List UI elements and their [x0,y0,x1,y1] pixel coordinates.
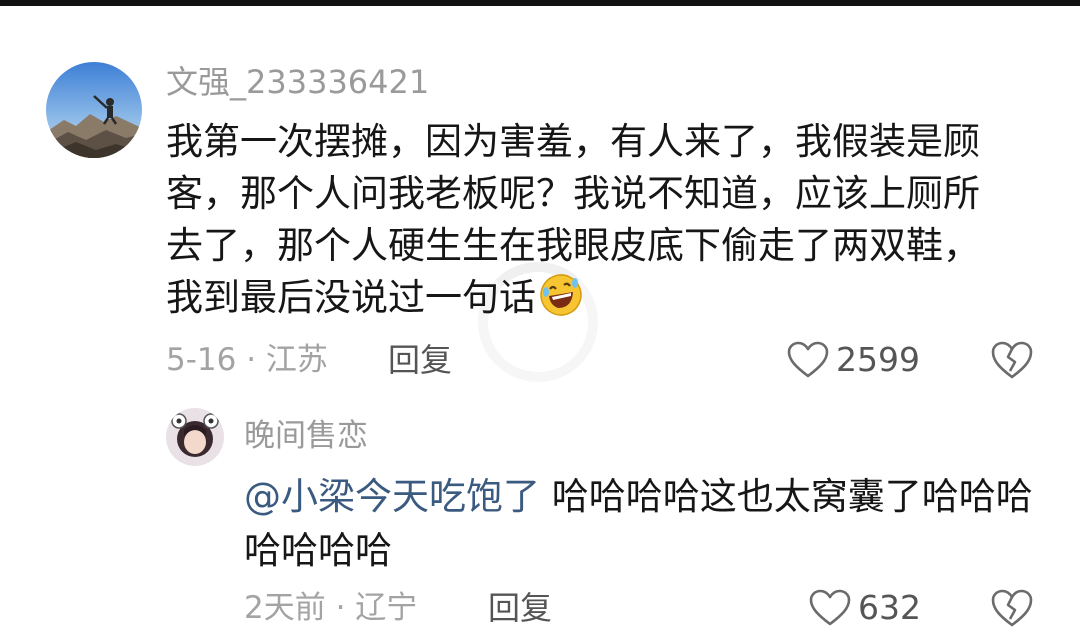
reply-username[interactable]: 晚间售恋 [244,416,368,456]
reply-reply-button[interactable]: 回复 [488,586,552,630]
reply-button[interactable]: 回复 [388,338,452,382]
laughing-emoji-icon [538,272,584,318]
username[interactable]: 文强_233336421 [166,62,429,102]
avatar-photo [46,62,142,158]
like-count: 2599 [836,340,920,379]
broken-heart-icon [991,341,1033,379]
avatar[interactable] [46,62,142,158]
comment-meta: 5-16 · 江苏 回复 [166,338,452,382]
reply-like-count: 632 [858,588,921,627]
reply-date-location: 2天前 · 辽宁 [244,590,418,626]
comment-text: 我第一次摆摊，因为害羞，有人来了，我假装是顾客，那个人问我老板呢？我说不知道，应… [166,116,1016,324]
reply-dislike-button[interactable] [990,586,1034,630]
reply-avatar[interactable] [166,408,224,466]
reply-meta: 2天前 · 辽宁 回复 [244,586,552,630]
broken-heart-icon [991,589,1033,627]
mention-link[interactable]: @小梁今天吃饱了 [244,475,540,518]
comment-date-location: 5-16 · 江苏 [166,342,328,378]
like-button[interactable]: 2599 [786,338,920,382]
heart-outline-icon [787,341,829,378]
top-bar-edge [0,0,1080,6]
reply-like-button[interactable]: 632 [808,586,921,630]
dislike-button[interactable] [990,338,1034,382]
reply-avatar-photo [166,408,224,466]
reply-text: @小梁今天吃饱了 哈哈哈哈这也太窝囊了哈哈哈哈哈哈哈 [244,470,1034,578]
heart-outline-icon [809,589,851,626]
